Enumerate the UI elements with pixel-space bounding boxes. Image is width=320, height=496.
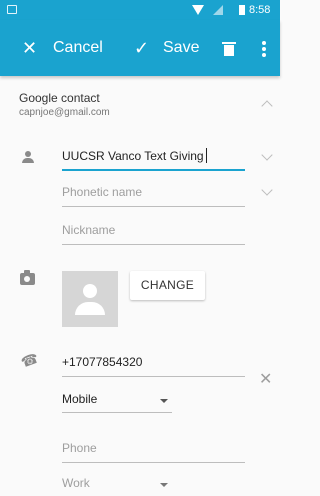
name-field[interactable]: UUCSR Vanco Text Giving (62, 147, 245, 171)
status-bar: 8:58 (0, 0, 280, 20)
chevron-down-icon[interactable] (261, 149, 273, 161)
dropdown-arrow-icon (160, 399, 168, 403)
status-time: 8:58 (249, 4, 271, 16)
battery-icon (239, 5, 245, 15)
chevron-down-icon[interactable] (261, 184, 273, 196)
phone-icon: ☎ (18, 349, 41, 371)
more-vert-icon[interactable] (262, 41, 266, 57)
camera-icon (20, 270, 35, 285)
chevron-up-icon[interactable] (261, 100, 273, 112)
trash-icon[interactable] (222, 42, 236, 56)
toolbar: ✕ Cancel ✓ Save (0, 20, 280, 76)
notification-icon (7, 5, 17, 14)
phone-type-select[interactable]: Work (62, 473, 172, 496)
text-cursor (206, 148, 207, 163)
phone-number-field[interactable]: Phone (62, 439, 245, 463)
remove-phone-icon[interactable]: ✕ (259, 372, 272, 388)
phone-type-value: Work (62, 476, 90, 490)
check-icon[interactable]: ✓ (134, 20, 149, 76)
name-value: UUCSR Vanco Text Giving (62, 149, 204, 163)
person-icon (22, 151, 34, 163)
phone-placeholder: Phone (62, 441, 97, 455)
contact-photo[interactable] (62, 271, 118, 327)
account-email: capnjoe@gmail.com (19, 107, 110, 118)
phonetic-name-placeholder: Phonetic name (62, 185, 143, 199)
phonetic-name-field[interactable]: Phonetic name (62, 183, 245, 207)
nickname-placeholder: Nickname (62, 223, 116, 237)
phone-number-value: +17077854320 (62, 355, 143, 369)
close-icon[interactable]: ✕ (22, 20, 37, 76)
account-type-title: Google contact (19, 91, 100, 105)
phone-type-value: Mobile (62, 392, 98, 406)
signal-icon (213, 5, 223, 15)
nickname-field[interactable]: Nickname (62, 221, 245, 245)
phone-type-select[interactable]: Mobile (62, 389, 172, 413)
wifi-icon (192, 5, 204, 15)
cancel-button[interactable]: Cancel (53, 20, 103, 76)
phone-number-field[interactable]: +17077854320 (62, 353, 245, 377)
dropdown-arrow-icon (160, 483, 168, 487)
change-photo-button[interactable]: CHANGE (130, 271, 205, 300)
save-button[interactable]: Save (163, 20, 199, 76)
